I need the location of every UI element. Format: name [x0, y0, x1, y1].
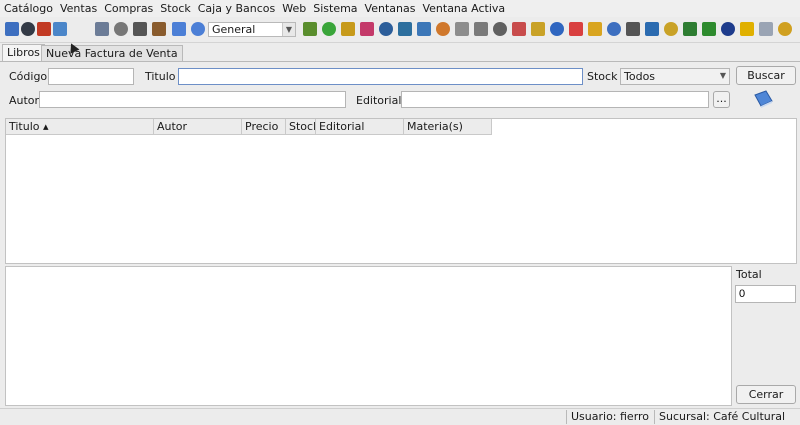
menu-sistema[interactable]: Sistema	[309, 0, 360, 17]
coin-icon[interactable]	[588, 22, 602, 36]
chevron-down-icon: ▼	[719, 71, 726, 80]
menu-compras[interactable]: Compras	[100, 0, 156, 17]
card-icon[interactable]	[21, 22, 35, 36]
book-icon[interactable]	[752, 89, 774, 109]
tab-nueva-factura[interactable]: Nueva Factura de Venta	[41, 45, 183, 61]
column-header-materias[interactable]: Materia(s)	[404, 119, 492, 135]
detail-pane	[5, 266, 732, 406]
fc-icon[interactable]	[53, 22, 67, 36]
green-circle-icon[interactable]	[322, 22, 336, 36]
menu-caja-bancos[interactable]: Caja y Bancos	[194, 0, 279, 17]
autor-input[interactable]	[39, 91, 346, 108]
menu-catalogo[interactable]: Catálogo	[0, 0, 56, 17]
window-blue2-icon[interactable]	[191, 22, 205, 36]
flag-icon[interactable]	[664, 22, 678, 36]
chart-icon[interactable]	[645, 22, 659, 36]
window-blue-icon[interactable]	[172, 22, 186, 36]
menu-ventanas[interactable]: Ventanas	[361, 0, 419, 17]
codigo-input[interactable]	[48, 68, 134, 85]
codigo-label: Código	[9, 70, 48, 83]
column-header-autor[interactable]: Autor	[154, 119, 242, 135]
globe-icon[interactable]	[5, 22, 19, 36]
column-header-stock[interactable]: Stock	[286, 119, 316, 135]
doc-blue-icon[interactable]	[607, 22, 621, 36]
box-icon[interactable]	[474, 22, 488, 36]
book-icon[interactable]	[152, 22, 166, 36]
menu-stock[interactable]: Stock	[156, 0, 193, 17]
stock-select-value: Todos	[624, 70, 656, 83]
bell-icon[interactable]	[740, 22, 754, 36]
editorial-input[interactable]	[401, 91, 709, 108]
document-icon[interactable]	[95, 22, 109, 36]
total-label: Total	[736, 268, 762, 281]
ledger-icon[interactable]	[379, 22, 393, 36]
editorial-label: Editorial	[356, 94, 402, 107]
toolbar: General ▼	[0, 18, 800, 43]
car-icon[interactable]	[37, 22, 51, 36]
key-icon[interactable]	[341, 22, 355, 36]
menu-ventas[interactable]: Ventas	[56, 0, 100, 17]
menu-web[interactable]: Web	[278, 0, 309, 17]
clipboard-icon[interactable]	[531, 22, 545, 36]
stack-icon[interactable]	[436, 22, 450, 36]
stock-select[interactable]: Todos ▼	[620, 68, 730, 85]
tool-icon[interactable]	[626, 22, 640, 36]
total-field[interactable]	[735, 285, 796, 303]
basket-icon[interactable]	[133, 22, 147, 36]
dollar-icon[interactable]	[702, 22, 716, 36]
image-icon[interactable]	[569, 22, 583, 36]
archive-icon[interactable]	[493, 22, 507, 36]
menu-ventana-activa[interactable]: Ventana Activa	[418, 0, 508, 17]
notebook-icon[interactable]	[398, 22, 412, 36]
grid-icon[interactable]	[417, 22, 431, 36]
monitor-icon[interactable]	[721, 22, 735, 36]
menu-bar: Catálogo Ventas Compras Stock Caja y Ban…	[0, 0, 800, 17]
search-button[interactable]: Buscar	[736, 66, 796, 85]
brush-icon[interactable]	[778, 22, 792, 36]
file-icon[interactable]	[455, 22, 469, 36]
browse-editorial-button[interactable]: ...	[713, 91, 730, 108]
period-select-value: General	[212, 23, 256, 36]
period-select[interactable]: General ▼	[208, 22, 296, 37]
window-icon[interactable]	[759, 22, 773, 36]
bag-icon[interactable]	[512, 22, 526, 36]
status-bar: Usuario: fierro Sucursal: Café Cultural	[0, 408, 800, 425]
pencil-icon[interactable]	[360, 22, 374, 36]
chevron-down-icon: ▼	[282, 23, 295, 36]
column-header-titulo[interactable]: Titulo ▴	[6, 119, 154, 135]
column-header-editorial[interactable]: Editorial	[316, 119, 404, 135]
column-header-precio[interactable]: Precio	[242, 119, 286, 135]
tab-libros[interactable]: Libros	[2, 44, 45, 61]
titulo-label: Titulo	[145, 70, 176, 83]
save-icon[interactable]	[550, 22, 564, 36]
stock-label: Stock	[587, 70, 618, 83]
results-table[interactable]: Titulo ▴ Autor Precio Stock Editorial Ma…	[5, 118, 797, 264]
titulo-input[interactable]	[178, 68, 583, 85]
status-branch: Sucursal: Café Cultural	[654, 410, 799, 424]
status-user: Usuario: fierro	[566, 410, 653, 424]
cards-icon[interactable]	[683, 22, 697, 36]
trash-icon[interactable]	[114, 22, 128, 36]
close-button[interactable]: Cerrar	[736, 385, 796, 404]
link-icon[interactable]	[303, 22, 317, 36]
autor-label: Autor	[9, 94, 40, 107]
